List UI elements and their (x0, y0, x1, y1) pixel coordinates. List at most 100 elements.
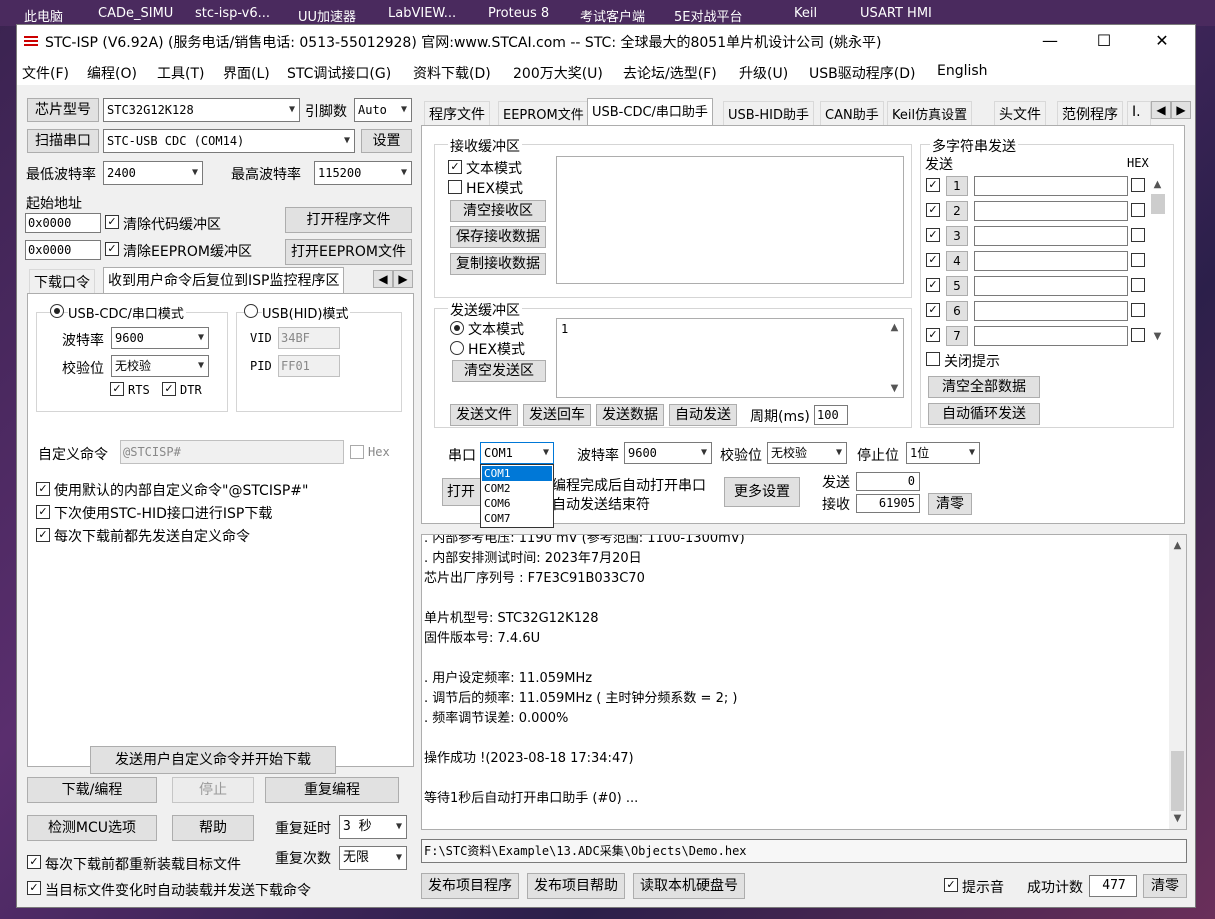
tab-hid-assistant[interactable]: USB-HID助手 (723, 101, 814, 125)
menu-interface[interactable]: 界面(L) (223, 63, 270, 83)
chip-type-button[interactable]: 芯片型号 (27, 98, 99, 122)
multi-row-input[interactable] (974, 276, 1128, 296)
log-scrollbar-thumb[interactable] (1171, 751, 1184, 811)
menu-program[interactable]: 编程(O) (87, 63, 137, 83)
rts-checkbox[interactable]: ✓ (110, 382, 124, 396)
multi-row-checkbox[interactable]: ✓ (926, 328, 940, 342)
publish-program-button[interactable]: 发布项目程序 (421, 873, 519, 899)
multi-row-input[interactable] (974, 226, 1128, 246)
pin-count-select[interactable]: Auto ▼ (354, 98, 412, 122)
multi-row-checkbox[interactable]: ✓ (926, 303, 940, 317)
clear-code-checkbox[interactable]: ✓ (105, 215, 119, 229)
multi-row-checkbox[interactable]: ✓ (926, 253, 940, 267)
tab-scroll-right-icon[interactable]: ▶ (1171, 101, 1191, 119)
port-option-com2[interactable]: COM2 (482, 481, 552, 496)
desktop-item[interactable]: Keil (794, 6, 817, 21)
dtr-checkbox[interactable]: ✓ (162, 382, 176, 396)
read-disk-id-button[interactable]: 读取本机硬盘号 (633, 873, 745, 899)
help-button[interactable]: 帮助 (172, 815, 254, 841)
receive-textarea[interactable] (556, 156, 904, 284)
autoload-checkbox[interactable]: ✓ (27, 881, 41, 895)
recv-hex-mode-checkbox[interactable] (448, 180, 462, 194)
multi-row-hex-checkbox[interactable] (1131, 203, 1145, 217)
auto-loop-send-button[interactable]: 自动循环发送 (928, 403, 1040, 425)
sound-checkbox[interactable]: ✓ (944, 878, 958, 892)
scan-port-button[interactable]: 扫描串口 (27, 129, 99, 153)
title-bar[interactable]: STC-ISP (V6.92A) (服务电话/销售电话: 0513-550129… (17, 25, 1195, 57)
detect-mcu-button[interactable]: 检测MCU选项 (27, 815, 157, 841)
port-option-com6[interactable]: COM6 (482, 496, 552, 511)
log-scrollbar[interactable]: ▲ ▼ (1169, 535, 1186, 829)
desktop-item[interactable]: stc-isp-v6... (195, 6, 270, 21)
desktop-item[interactable]: UU加速器 (298, 6, 356, 25)
open-serial-button[interactable]: 打开 (442, 478, 484, 506)
scroll-up-icon[interactable]: ▲ (1169, 537, 1186, 554)
scroll-down-icon[interactable]: ▼ (1169, 810, 1186, 827)
multi-row-hex-checkbox[interactable] (1131, 228, 1145, 242)
baud-select[interactable]: 9600 ▼ (111, 327, 209, 349)
send-before-download-checkbox[interactable]: ✓ (36, 528, 50, 542)
scroll-up-icon[interactable]: ▲ (886, 319, 903, 336)
clear-eeprom-checkbox[interactable]: ✓ (105, 242, 119, 256)
custom-command-input[interactable]: @STCISP# (120, 440, 344, 464)
multi-row-hex-checkbox[interactable] (1131, 253, 1145, 267)
menu-prize[interactable]: 200万大奖(U) (513, 63, 603, 83)
open-eeprom-file-button[interactable]: 打开EEPROM文件 (285, 239, 412, 265)
repeat-program-button[interactable]: 重复编程 (265, 777, 399, 803)
publish-help-button[interactable]: 发布项目帮助 (527, 873, 625, 899)
multi-row-input[interactable] (974, 326, 1128, 346)
menu-usb-driver[interactable]: USB驱动程序(D) (809, 63, 915, 83)
port-option-com7[interactable]: COM7 (482, 511, 552, 526)
multi-row-hex-checkbox[interactable] (1131, 178, 1145, 192)
send-and-download-button[interactable]: 发送用户自定义命令并开始下载 (90, 746, 336, 774)
auto-send-button[interactable]: 自动发送 (669, 404, 737, 426)
menu-file[interactable]: 文件(F) (22, 63, 69, 83)
repeat-count-select[interactable]: 无限 ▼ (339, 846, 407, 870)
pid-input[interactable]: FF01 (278, 355, 340, 377)
serial-port-select[interactable]: COM1 ▼ (480, 442, 554, 464)
desktop-item[interactable]: 此电脑 (24, 6, 63, 25)
period-input[interactable]: 100 (814, 405, 848, 425)
tab-reset-isp[interactable]: 收到用户命令后复位到ISP监控程序区 (103, 267, 345, 293)
clear-receive-button[interactable]: 清空接收区 (450, 200, 546, 222)
open-program-file-button[interactable]: 打开程序文件 (285, 207, 412, 233)
clear-all-data-button[interactable]: 清空全部数据 (928, 376, 1040, 398)
repeat-delay-select[interactable]: 3 秒 ▼ (339, 815, 407, 839)
scroll-down-icon[interactable]: ▼ (886, 380, 903, 397)
multi-row-checkbox[interactable]: ✓ (926, 278, 940, 292)
multi-row-send-button[interactable]: 3 (946, 226, 968, 246)
copy-receive-button[interactable]: 复制接收数据 (450, 253, 546, 275)
multi-row-input[interactable] (974, 176, 1128, 196)
min-baud-select[interactable]: 2400 ▼ (103, 161, 203, 185)
multi-row-hex-checkbox[interactable] (1131, 328, 1145, 342)
tab-can-assistant[interactable]: CAN助手 (820, 101, 884, 125)
tab-download-password[interactable]: 下载口令 (29, 269, 95, 293)
log-output[interactable]: . 内部参考电压: 1190 mV (参考范围: 1100-1300mV) . 内… (421, 534, 1187, 830)
reload-checkbox[interactable]: ✓ (27, 855, 41, 869)
desktop-item[interactable]: 考试客户端 (580, 6, 645, 25)
recv-text-mode-checkbox[interactable]: ✓ (448, 160, 462, 174)
tab-eeprom-file[interactable]: EEPROM文件 (498, 101, 589, 125)
clear-send-button[interactable]: 清空发送区 (452, 360, 546, 382)
parity-select[interactable]: 无校验 ▼ (111, 355, 209, 377)
send-text-mode-radio[interactable] (450, 321, 464, 335)
multi-row-send-button[interactable]: 1 (946, 176, 968, 196)
tab-more[interactable]: I. (1127, 101, 1151, 125)
menu-tools[interactable]: 工具(T) (157, 63, 204, 83)
tab-scroll-left-icon[interactable]: ◀ (1151, 101, 1171, 119)
tab-scroll-left-icon[interactable]: ◀ (373, 270, 393, 288)
send-enter-button[interactable]: 发送回车 (523, 404, 591, 426)
multi-row-input[interactable] (974, 201, 1128, 221)
port-settings-button[interactable]: 设置 (361, 129, 412, 153)
multi-row-send-button[interactable]: 5 (946, 276, 968, 296)
multi-row-input[interactable] (974, 301, 1128, 321)
multi-row-checkbox[interactable]: ✓ (926, 178, 940, 192)
close-tip-checkbox[interactable] (926, 352, 940, 366)
save-receive-button[interactable]: 保存接收数据 (450, 226, 546, 248)
custom-hex-checkbox[interactable] (350, 445, 364, 459)
max-baud-select[interactable]: 115200 ▼ (314, 161, 412, 185)
multi-row-hex-checkbox[interactable] (1131, 278, 1145, 292)
code-address-input[interactable]: 0x0000 (25, 213, 101, 233)
tab-header-file[interactable]: 头文件 (994, 101, 1046, 125)
desktop-item[interactable]: USART HMI (860, 6, 932, 21)
